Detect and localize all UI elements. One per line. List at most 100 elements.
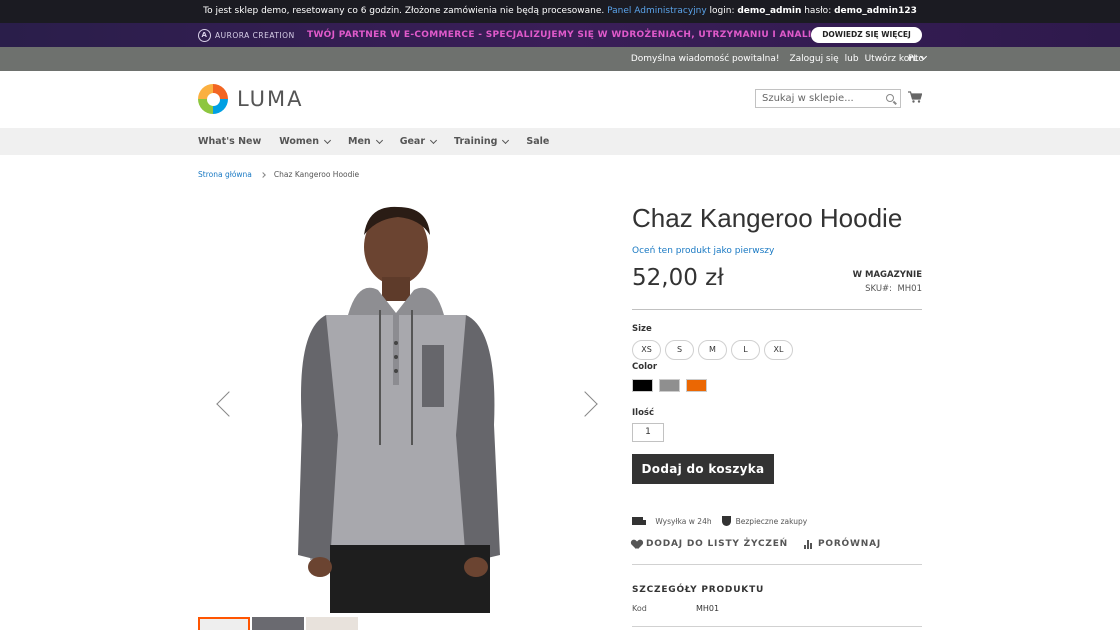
- details-value: MH01: [696, 604, 720, 613]
- shield-icon: [721, 516, 731, 526]
- compare-icon: [803, 539, 814, 549]
- panel-header: Domyślna wiadomość powitalna! Zaloguj si…: [0, 47, 1120, 71]
- search-icon[interactable]: [886, 94, 894, 102]
- nav-item-label: Men: [348, 136, 371, 147]
- sku-label: SKU#:: [865, 284, 893, 294]
- thumbnail[interactable]: [252, 617, 304, 630]
- chevron-down-icon: [429, 136, 438, 144]
- login-label: login:: [706, 6, 738, 16]
- review-link[interactable]: Oceń ten produkt jako pierwszy: [632, 246, 922, 256]
- luma-logo[interactable]: LUMA: [198, 84, 304, 114]
- size-option-xs[interactable]: XS: [632, 340, 661, 360]
- learn-more-button[interactable]: DOWIEDZ SIĘ WIĘCEJ: [811, 27, 922, 43]
- heart-icon: [632, 540, 642, 549]
- divider: [632, 564, 922, 565]
- nav-item-label: Gear: [399, 136, 426, 147]
- truck-icon: [632, 517, 646, 525]
- shipping-badge: Wysyłka w 24h: [632, 517, 712, 526]
- color-options: [632, 379, 707, 392]
- nav-item-gear[interactable]: Gear: [399, 136, 438, 147]
- demo-login: demo_admin: [737, 6, 802, 16]
- nav-item-whats-new[interactable]: What's New: [198, 136, 261, 147]
- divider: [632, 626, 922, 627]
- demo-password: demo_admin123: [834, 6, 917, 16]
- product-price: 52,00 zł: [632, 265, 724, 291]
- compare-button[interactable]: PORÓWNAJ: [803, 539, 881, 549]
- price-box: 52,00 zł W MAGAZYNIE SKU#: MH01: [632, 262, 922, 310]
- nav-item-sale[interactable]: Sale: [526, 136, 549, 147]
- logo-text: LUMA: [237, 87, 304, 111]
- demo-notice: To jest sklep demo, resetowany co 6 godz…: [0, 0, 1120, 23]
- chevron-right-icon: [260, 171, 266, 178]
- partner-tagline: TWÓJ PARTNER W E-COMMERCE - SPECJALIZUJE…: [307, 30, 885, 40]
- cart-icon[interactable]: [908, 91, 922, 103]
- nav-item-label: What's New: [198, 136, 262, 147]
- aurora-logo[interactable]: A AURORA CREATION: [198, 26, 295, 44]
- password-label: hasło:: [801, 6, 835, 16]
- login-link[interactable]: Zaloguj się: [789, 54, 838, 64]
- product-title: Chaz Kangeroo Hoodie: [632, 203, 903, 233]
- shipping-text: Wysyłka w 24h: [655, 516, 712, 526]
- nav-item-women[interactable]: Women: [279, 136, 332, 147]
- site-header: LUMA Szukaj w sklepie...: [0, 71, 1120, 128]
- product-sku: SKU#: MH01: [865, 284, 922, 294]
- size-options: XS S M L XL: [632, 340, 793, 360]
- thumbnail[interactable]: [198, 617, 250, 630]
- language-switcher[interactable]: PL: [908, 47, 928, 71]
- size-label: Size: [632, 324, 652, 334]
- secure-badge: Bezpieczne zakupy: [721, 516, 808, 526]
- chevron-down-icon: [375, 136, 383, 144]
- aurora-brand: AURORA CREATION: [215, 30, 295, 40]
- color-label: Color: [632, 362, 658, 372]
- product-info: Chaz Kangeroo Hoodie Oceń ten produkt ja…: [632, 195, 922, 627]
- account-links: Domyślna wiadomość powitalna! Zaloguj si…: [631, 47, 924, 71]
- product-gallery: [198, 195, 608, 613]
- color-swatch-orange[interactable]: [686, 379, 707, 392]
- or-text: lub: [844, 54, 859, 64]
- size-option-l[interactable]: L: [731, 340, 760, 360]
- nav-item-label: Training: [454, 136, 498, 147]
- breadcrumb-home[interactable]: Strona główna: [198, 170, 252, 179]
- size-option-m[interactable]: M: [698, 340, 727, 360]
- nav-item-training[interactable]: Training: [454, 136, 510, 147]
- secure-text: Bezpieczne zakupy: [735, 516, 808, 526]
- chevron-down-icon: [920, 52, 928, 61]
- chevron-down-icon: [323, 136, 332, 144]
- chevron-down-icon: [502, 136, 510, 144]
- size-option-xl[interactable]: XL: [764, 340, 793, 360]
- breadcrumb-current: Chaz Kangeroo Hoodie: [273, 170, 360, 179]
- color-swatch-black[interactable]: [632, 379, 653, 392]
- main-nav: What's New Women Men Gear Training Sale: [0, 128, 1120, 155]
- add-to-cart-button[interactable]: Dodaj do koszyka: [632, 454, 774, 484]
- qty-input[interactable]: 1: [632, 423, 664, 442]
- nav-item-label: Women: [279, 136, 320, 147]
- luma-logo-icon: [198, 84, 228, 114]
- nav-item-label: Sale: [526, 136, 550, 147]
- add-to-wishlist-button[interactable]: DODAJ DO LISTY ŻYCZEŃ: [632, 539, 788, 549]
- details-row: Kod MH01: [632, 604, 719, 613]
- admin-panel-link[interactable]: Panel Administracyjny: [607, 6, 707, 16]
- stock-status: W MAGAZYNIE: [852, 270, 922, 280]
- welcome-message: Domyślna wiadomość powitalna!: [630, 54, 780, 64]
- product-image[interactable]: [198, 195, 608, 613]
- product-actions: DODAJ DO LISTY ŻYCZEŃ PORÓWNAJ: [632, 539, 881, 549]
- size-option-s[interactable]: S: [665, 340, 694, 360]
- trust-badges: Wysyłka w 24h Bezpieczne zakupy: [632, 516, 807, 526]
- nav-item-men[interactable]: Men: [348, 136, 383, 147]
- compare-label: PORÓWNAJ: [817, 539, 881, 549]
- search-input[interactable]: Szukaj w sklepie...: [755, 89, 901, 108]
- product-details-title[interactable]: SZCZEGÓŁY PRODUKTU: [632, 585, 764, 595]
- language-label: PL: [908, 54, 919, 64]
- partner-banner: A AURORA CREATION TWÓJ PARTNER W E-COMME…: [0, 23, 1120, 47]
- thumbnail[interactable]: [306, 617, 358, 630]
- demo-notice-text: To jest sklep demo, resetowany co 6 godz…: [203, 6, 608, 16]
- sku-value: MH01: [897, 284, 922, 294]
- wishlist-label: DODAJ DO LISTY ŻYCZEŃ: [646, 539, 788, 549]
- gallery-thumbnails: [198, 617, 358, 630]
- qty-label: Ilość: [632, 408, 655, 418]
- breadcrumb: Strona główna Chaz Kangeroo Hoodie: [198, 170, 359, 179]
- aurora-logo-icon: A: [198, 28, 211, 42]
- color-swatch-gray[interactable]: [659, 379, 680, 392]
- details-key: Kod: [632, 604, 647, 613]
- search-placeholder: Szukaj w sklepie...: [762, 93, 854, 104]
